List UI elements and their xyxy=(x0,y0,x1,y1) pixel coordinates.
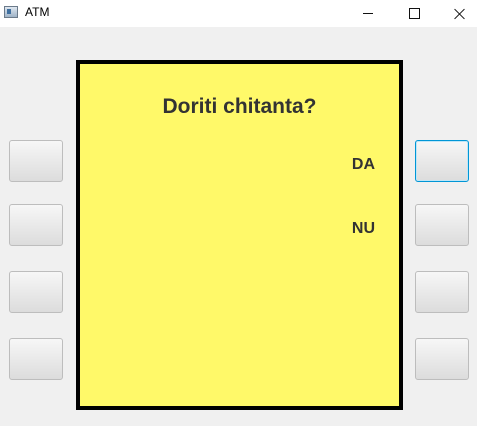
option-no-label: NU xyxy=(351,220,375,237)
minimize-icon xyxy=(363,13,373,14)
maximize-button[interactable] xyxy=(391,0,437,27)
option-yes-label: DA xyxy=(351,156,375,173)
title-bar: ATM xyxy=(0,0,477,27)
minimize-button[interactable] xyxy=(345,0,391,27)
left-side-button-2[interactable] xyxy=(9,204,63,246)
left-side-button-1[interactable] xyxy=(9,140,63,182)
left-side-button-3[interactable] xyxy=(9,271,63,313)
window-title: ATM xyxy=(25,5,50,19)
right-side-button-2[interactable] xyxy=(415,204,469,246)
close-button[interactable] xyxy=(437,0,477,27)
maximize-icon xyxy=(408,8,420,19)
right-side-button-1[interactable] xyxy=(415,140,469,182)
right-side-button-4[interactable] xyxy=(415,338,469,380)
screen-prompt: Doriti chitanta? xyxy=(162,95,317,118)
close-icon xyxy=(454,8,466,20)
app-window-icon xyxy=(4,6,18,18)
atm-screen: Doriti chitanta? DA NU xyxy=(76,60,403,410)
right-side-button-3[interactable] xyxy=(415,271,469,313)
left-side-button-4[interactable] xyxy=(9,338,63,380)
